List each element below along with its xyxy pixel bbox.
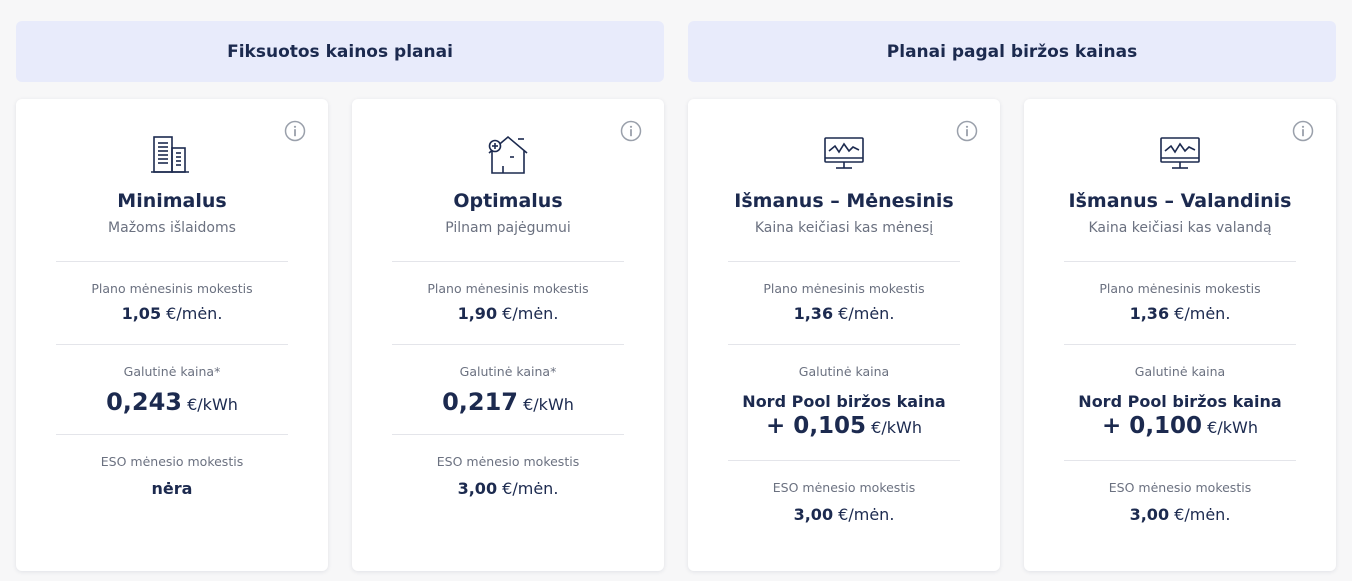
plan-card-ismanus-menesinis[interactable]: Išmanus – Mėnesinis Kaina keičiasi kas m… bbox=[688, 99, 1000, 571]
plan-title: Optimalus bbox=[453, 190, 563, 212]
final-price-label: Galutinė kaina bbox=[1134, 364, 1226, 379]
monthly-fee-value: 1,36 €/mėn. bbox=[1129, 304, 1231, 323]
plan-title: Minimalus bbox=[117, 190, 227, 212]
nordpool-price-label: Nord Pool biržos kaina bbox=[1078, 392, 1282, 411]
divider bbox=[1064, 261, 1296, 262]
divider bbox=[392, 261, 624, 262]
plan-card-minimalus[interactable]: Minimalus Mažoms išlaidoms Plano mėnesin… bbox=[16, 99, 328, 571]
divider bbox=[392, 434, 624, 435]
eso-fee-label: ESO mėnesio mokestis bbox=[436, 454, 580, 469]
fixed-plans-title: Fiksuotos kainos planai bbox=[227, 41, 453, 62]
divider bbox=[728, 261, 960, 262]
final-price-label: Galutinė kaina* bbox=[459, 364, 557, 379]
info-icon[interactable] bbox=[284, 120, 306, 142]
eso-fee-value: nėra bbox=[151, 479, 193, 498]
monitor-chart-icon bbox=[1160, 137, 1200, 169]
divider bbox=[392, 344, 624, 345]
monthly-fee-label: Plano mėnesinis mokestis bbox=[91, 281, 253, 296]
final-price-label: Galutinė kaina* bbox=[123, 364, 221, 379]
divider bbox=[56, 261, 288, 262]
divider bbox=[728, 344, 960, 345]
final-price-label: Galutinė kaina bbox=[798, 364, 890, 379]
monthly-fee-label: Plano mėnesinis mokestis bbox=[1099, 281, 1261, 296]
eso-fee-value: 3,00 €/mėn. bbox=[793, 505, 895, 524]
monitor-chart-icon bbox=[824, 137, 864, 169]
fixed-plans-header: Fiksuotos kainos planai bbox=[16, 21, 664, 82]
nordpool-price-label: Nord Pool biržos kaina bbox=[742, 392, 946, 411]
plan-subtitle: Kaina keičiasi kas mėnesį bbox=[754, 220, 934, 236]
exchange-plans-title: Planai pagal biržos kainas bbox=[886, 41, 1138, 62]
divider bbox=[728, 460, 960, 461]
monthly-fee-value: 1,05 €/mėn. bbox=[121, 304, 223, 323]
final-price-value: + 0,100 €/kWh bbox=[1102, 413, 1258, 439]
final-price-value: 0,243 €/kWh bbox=[106, 388, 238, 416]
exchange-plans-header: Planai pagal biržos kainas bbox=[688, 21, 1336, 82]
divider bbox=[56, 434, 288, 435]
final-price-value: 0,217 €/kWh bbox=[442, 388, 574, 416]
monthly-fee-value: 1,90 €/mėn. bbox=[457, 304, 559, 323]
plan-card-optimalus[interactable]: Optimalus Pilnam pajėgumui Plano mėnesin… bbox=[352, 99, 664, 571]
plan-subtitle: Pilnam pajėgumui bbox=[445, 220, 571, 236]
divider bbox=[1064, 344, 1296, 345]
plan-title: Išmanus – Valandinis bbox=[1068, 190, 1292, 212]
eso-fee-label: ESO mėnesio mokestis bbox=[772, 480, 916, 495]
final-price-value: + 0,105 €/kWh bbox=[766, 413, 922, 439]
building-icon bbox=[151, 136, 189, 173]
plan-subtitle: Kaina keičiasi kas valandą bbox=[1088, 220, 1272, 236]
monthly-fee-value: 1,36 €/mėn. bbox=[793, 304, 895, 323]
plan-title: Išmanus – Mėnesinis bbox=[734, 190, 954, 212]
house-plus-minus-icon bbox=[488, 135, 528, 174]
monthly-fee-label: Plano mėnesinis mokestis bbox=[427, 281, 589, 296]
plan-subtitle: Mažoms išlaidoms bbox=[108, 220, 236, 236]
divider bbox=[1064, 460, 1296, 461]
eso-fee-label: ESO mėnesio mokestis bbox=[1108, 480, 1252, 495]
divider bbox=[56, 344, 288, 345]
eso-fee-label: ESO mėnesio mokestis bbox=[100, 454, 244, 469]
monthly-fee-label: Plano mėnesinis mokestis bbox=[763, 281, 925, 296]
eso-fee-value: 3,00 €/mėn. bbox=[457, 479, 559, 498]
eso-fee-value: 3,00 €/mėn. bbox=[1129, 505, 1231, 524]
info-icon[interactable] bbox=[1292, 120, 1314, 142]
info-icon[interactable] bbox=[620, 120, 642, 142]
info-icon[interactable] bbox=[956, 120, 978, 142]
plan-card-ismanus-valandinis[interactable]: Išmanus – Valandinis Kaina keičiasi kas … bbox=[1024, 99, 1336, 571]
